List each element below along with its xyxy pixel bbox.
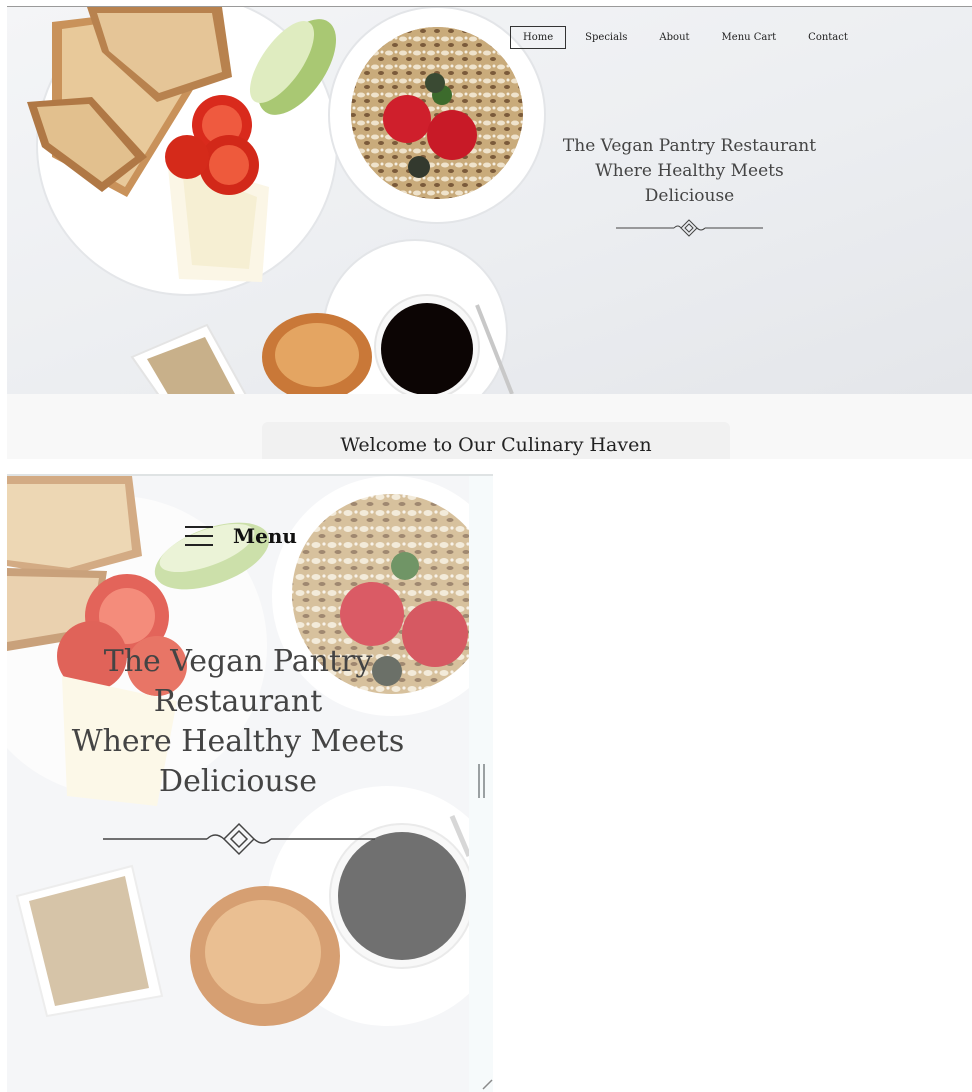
breakfast-hero-image: [27, 7, 546, 394]
mobile-preview: Menu The Vegan Pantry Restaurant Where H…: [7, 474, 493, 1092]
hero-title-line: Deliciouse: [644, 186, 735, 206]
menu-toggle-button[interactable]: Menu: [185, 524, 297, 548]
hero-title-line: The Vegan Pantry: [103, 644, 373, 679]
menu-label: Menu: [233, 524, 297, 548]
hero-title-line: The Vegan Pantry Restaurant: [562, 136, 817, 156]
ornamental-divider-icon: [103, 822, 375, 856]
hamburger-icon: [185, 526, 213, 546]
hero-title-line: Where Healthy Meets: [595, 161, 784, 181]
hero-title-line: Deliciouse: [159, 764, 317, 799]
main-nav: Home Specials About Menu Cart Contact: [510, 26, 867, 49]
panel-resize-handle[interactable]: [478, 764, 486, 798]
hero-section: [7, 7, 972, 394]
ornamental-divider-icon: [616, 219, 763, 237]
nav-menu-cart[interactable]: Menu Cart: [709, 26, 790, 49]
resize-corner-icon[interactable]: [481, 1078, 493, 1090]
desktop-preview: Home Specials About Menu Cart Contact Th…: [7, 6, 972, 459]
nav-contact[interactable]: Contact: [795, 26, 861, 49]
hero-title-line: Restaurant: [153, 684, 323, 719]
mobile-hero-title: The Vegan Pantry Restaurant Where Health…: [7, 642, 469, 802]
welcome-heading: Welcome to Our Culinary Haven: [340, 434, 652, 456]
hero-title-line: Where Healthy Meets: [71, 724, 405, 759]
nav-home[interactable]: Home: [510, 26, 567, 49]
nav-specials[interactable]: Specials: [572, 26, 640, 49]
hero-title: The Vegan Pantry Restaurant Where Health…: [552, 134, 827, 209]
nav-about[interactable]: About: [646, 26, 702, 49]
